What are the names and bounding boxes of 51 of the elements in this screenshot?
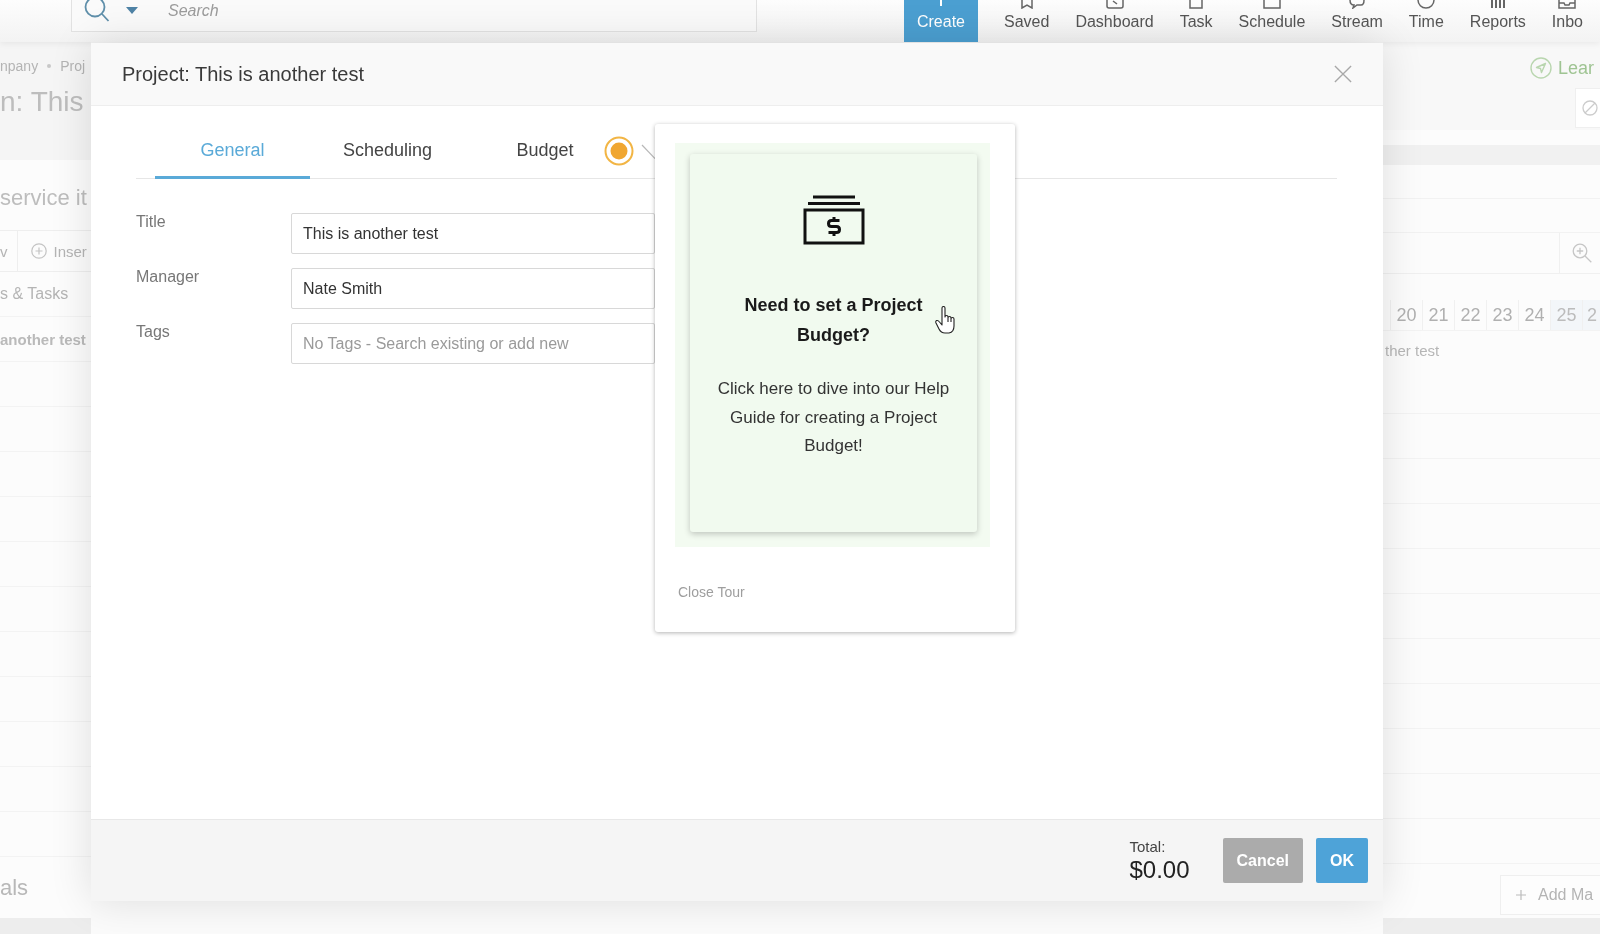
input-field[interactable]: This is another test: [291, 213, 655, 254]
group-label: s & Tasks: [0, 285, 69, 303]
tour-heading: Need to set a Project Budget?: [743, 294, 924, 347]
tour-card[interactable]: Need to set a Project Budget? Click here to dive into our Help Guide for creating a Project Budget!: [690, 154, 977, 532]
plus-icon: [1516, 890, 1526, 900]
zoom-in-icon[interactable]: [1572, 243, 1592, 263]
date-cell: 25: [1550, 300, 1582, 330]
date-cell: 22: [1454, 300, 1486, 330]
search-icon: [84, 0, 110, 22]
caret-icon[interactable]: [126, 7, 138, 14]
nav-item[interactable]: Time: [1395, 0, 1457, 42]
bullet-icon: [47, 64, 52, 68]
tray-icon: [1557, 0, 1578, 9]
input-field[interactable]: No Tags - Search existing or add new: [291, 323, 655, 364]
plus-circle-icon: [30, 243, 47, 259]
date-cell: 23: [1486, 300, 1518, 330]
date-cell: 2: [1582, 300, 1600, 330]
task-name: ther test: [1385, 341, 1440, 359]
nav-item[interactable]: Reports: [1456, 0, 1539, 42]
total-amount: $0.00: [1129, 856, 1190, 883]
page-title: n: This: [0, 85, 85, 119]
field-label: Manager: [136, 268, 201, 286]
tour-text: Click here to dive into our Help Guide for creating a Project Budget!: [716, 378, 951, 457]
field-label: Tags: [136, 323, 171, 341]
chat-icon: [1347, 0, 1368, 9]
beacon-dot-icon[interactable]: [604, 136, 634, 166]
vertical-line-icon: [940, 0, 942, 6]
total-label: Total:: [1129, 838, 1167, 856]
icon-button[interactable]: [1575, 88, 1600, 128]
section-title: als: [0, 874, 29, 901]
date-cell: 21: [1422, 300, 1454, 330]
section-title: service it: [0, 185, 87, 211]
search-field[interactable]: Search: [71, 0, 757, 32]
nav-item[interactable]: Dashboard: [1062, 0, 1167, 42]
nav-item[interactable]: Stream: [1318, 0, 1396, 42]
nav-item[interactable]: Inbo: [1538, 0, 1596, 42]
field-label: Title: [136, 213, 167, 231]
box-icon: [1104, 0, 1125, 9]
tab[interactable]: Budget: [465, 124, 601, 179]
nav-item[interactable]: Task: [1166, 0, 1226, 42]
nav-item[interactable]: Schedule: [1225, 0, 1319, 42]
money-icon: [802, 195, 865, 245]
dialog-title: Project: This is another test: [122, 62, 364, 86]
close-icon[interactable]: [1334, 65, 1352, 83]
hand-cursor-icon: [935, 306, 955, 334]
input-field[interactable]: Nate Smith: [291, 268, 655, 309]
project-name: another test: [0, 330, 86, 348]
circle-slash-icon: [1582, 100, 1598, 116]
nav-item[interactable]: Saved: [991, 0, 1063, 42]
date-cell: 20: [1390, 300, 1422, 330]
tab[interactable]: Scheduling: [310, 124, 465, 179]
